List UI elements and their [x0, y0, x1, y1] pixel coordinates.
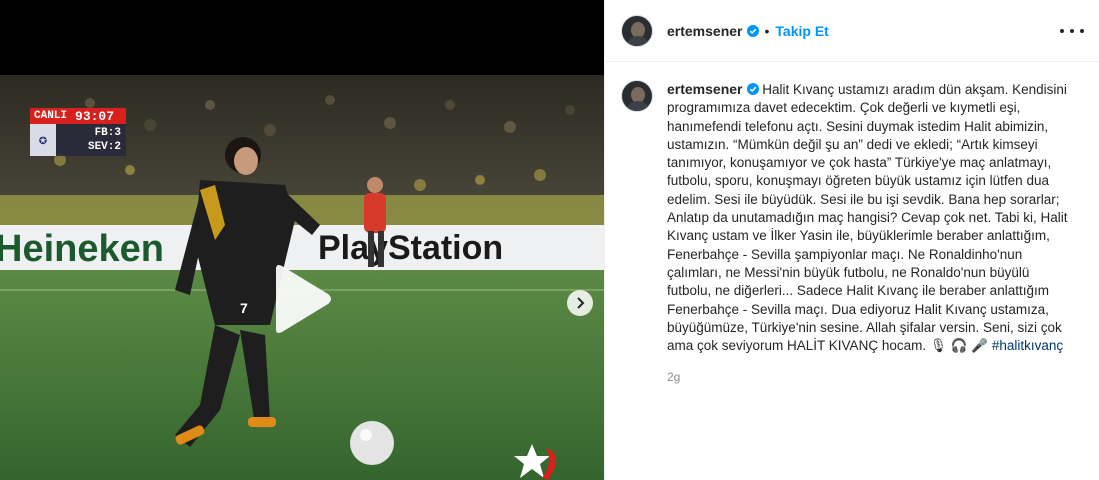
match-clock: 93:07 — [71, 108, 126, 124]
separator-dot: • — [764, 22, 770, 39]
caption-text: ertemsener Halit Kıvanç ustamızı aradım … — [667, 80, 1077, 355]
header-username[interactable]: ertemsener — [667, 23, 743, 39]
live-label: CANLI — [30, 108, 72, 124]
away-score-row: SEV:2 — [87, 141, 121, 153]
away-team: SEV — [87, 141, 108, 153]
football — [350, 421, 394, 465]
avatar[interactable] — [621, 14, 653, 47]
post-timestamp[interactable]: 2g — [667, 370, 680, 384]
more-options-icon[interactable] — [1060, 22, 1084, 40]
play-icon — [276, 265, 331, 333]
player-number: 7 — [240, 300, 248, 316]
next-media-button[interactable] — [567, 290, 593, 316]
follow-button[interactable]: Takip Et — [775, 23, 828, 39]
caption-body: Halit Kıvanç ustamızı aradım dün akşam. … — [667, 82, 1068, 354]
ad-right-text: PlayStation — [318, 229, 503, 267]
chevron-right-icon — [577, 297, 585, 309]
caption: ertemsener Halit Kıvanç ustamızı aradım … — [621, 80, 1086, 355]
home-score-row: FB:3 — [94, 127, 121, 139]
verified-badge-icon — [746, 83, 759, 95]
post-media: Heineken PlayStation 7 CANLI 93:07 ✪ FB:… — [0, 0, 604, 480]
hashtag-link[interactable]: #halitkıvanç — [992, 338, 1063, 353]
champions-league-icon: ✪ — [30, 124, 56, 156]
away-score: 2 — [114, 141, 121, 153]
post-header: ertemsener • Takip Et — [605, 0, 1099, 62]
ad-left-text: Heineken — [0, 228, 164, 270]
caption-avatar[interactable] — [621, 80, 653, 112]
home-team: FB — [94, 127, 108, 139]
play-button[interactable] — [268, 263, 332, 335]
verified-badge-icon — [746, 24, 759, 37]
caption-username[interactable]: ertemsener — [667, 81, 743, 97]
home-score: 3 — [114, 127, 121, 139]
channel-star-logo — [510, 440, 560, 480]
post-sidebar: ertemsener • Takip Et ertemsener Halit K… — [604, 0, 1099, 480]
scorebug: CANLI 93:07 ✪ FB:3 SEV:2 — [30, 108, 126, 156]
